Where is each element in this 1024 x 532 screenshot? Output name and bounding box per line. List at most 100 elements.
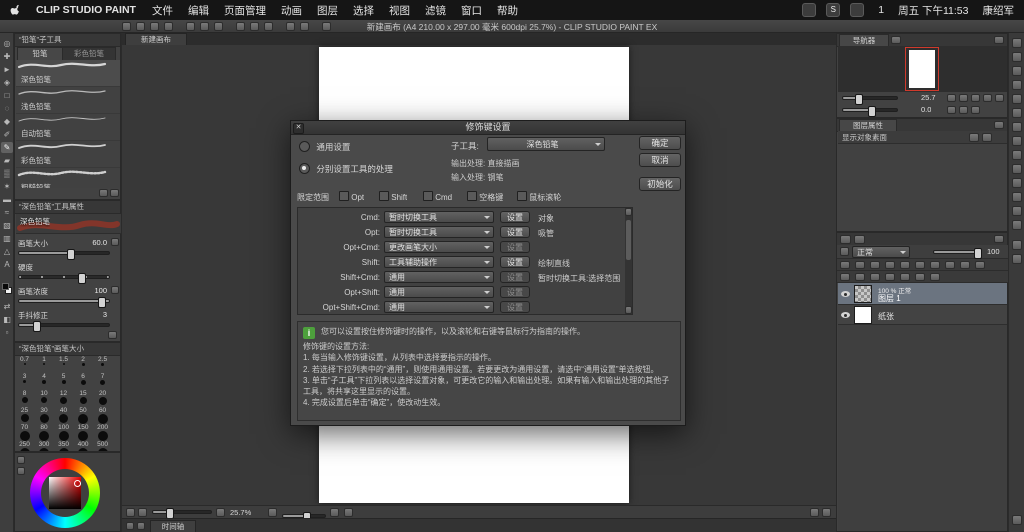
layer-name[interactable]: 图层 1 [878, 293, 901, 304]
panel-layer-search-icon[interactable] [1012, 192, 1022, 202]
navigator-preview[interactable] [838, 46, 1007, 92]
layer-tool-icon[interactable] [975, 261, 985, 269]
ime-status-icon[interactable]: S [826, 3, 840, 17]
foreground-color-swatch[interactable] [2, 283, 9, 290]
color-slider-tab-icon[interactable] [17, 467, 25, 475]
layer-name[interactable]: 纸张 [878, 311, 894, 322]
effect-tone-icon[interactable] [982, 133, 992, 142]
menu-edit[interactable]: 编辑 [188, 3, 209, 18]
delete-layer-icon[interactable] [900, 273, 910, 281]
navigator-zoom-slider[interactable] [842, 96, 898, 100]
zoom-out-icon[interactable] [138, 508, 147, 517]
tool-selection[interactable]: □ [1, 90, 13, 101]
panel-menu-icon[interactable] [994, 36, 1004, 44]
panel-color-wheel-icon[interactable] [1012, 38, 1022, 48]
action-dropdown[interactable]: 通用 [384, 301, 494, 313]
tool-decoration[interactable]: ✶ [1, 181, 13, 192]
menu-filter[interactable]: 滤镜 [425, 3, 446, 18]
checkbox-opt[interactable] [339, 191, 349, 201]
tab-pencil[interactable]: 铅笔 [17, 47, 63, 60]
blend-mode-dropdown[interactable]: 正常 [852, 246, 910, 258]
redo-icon[interactable] [150, 22, 159, 31]
scope-wheel[interactable]: 鼠标滚轮 [517, 191, 561, 203]
brush-size-cell[interactable]: 350 [55, 441, 72, 451]
layer-tool-icon[interactable] [900, 261, 910, 269]
menu-window[interactable]: 窗口 [461, 3, 482, 18]
brush-size-cell[interactable]: 300 [36, 441, 53, 451]
brush-size-cell[interactable]: 20 [94, 390, 111, 407]
unit-dropdown-icon[interactable] [111, 286, 119, 294]
panel-menu-icon[interactable] [994, 235, 1004, 243]
fullscreen-icon[interactable] [822, 508, 831, 517]
layer-row-selected[interactable]: 100 % 正常 图层 1 [838, 283, 1007, 305]
tool-zoom[interactable]: ◎ [1, 38, 13, 49]
menu-help[interactable]: 帮助 [497, 3, 518, 18]
checkbox-wheel[interactable] [517, 191, 527, 201]
mask-layer-icon[interactable] [915, 273, 925, 281]
subtool-item-mechanical-pencil[interactable]: 自动铅笔 [16, 114, 120, 141]
new-folder-icon[interactable] [855, 273, 865, 281]
tab-layer-search-icon[interactable] [854, 235, 865, 244]
action-dropdown[interactable]: 暂时切换工具 [384, 226, 494, 238]
prop-value[interactable]: 3 [103, 310, 107, 319]
panel-material-icon[interactable] [1012, 122, 1022, 132]
actual-size-icon[interactable] [971, 94, 980, 102]
transparent-color-icon[interactable]: ▫ [1, 327, 13, 338]
prop-value[interactable]: 100 [94, 286, 107, 295]
fit-screen-icon[interactable] [264, 22, 273, 31]
layer-tool-icon[interactable] [855, 261, 865, 269]
panel-info-icon[interactable] [1012, 150, 1022, 160]
tool-figure[interactable]: △ [1, 246, 13, 257]
brush-size-cell[interactable]: 7 [94, 373, 111, 390]
rotate-right-icon[interactable] [330, 508, 339, 517]
panel-subtool-detail-icon[interactable] [1012, 94, 1022, 104]
layer-visibility-icon[interactable] [841, 291, 850, 297]
hardness-slider[interactable] [18, 275, 110, 279]
blend-icon[interactable] [840, 247, 849, 256]
subtool-item-light-pencil[interactable]: 浅色铅笔 [16, 87, 120, 114]
scope-shift[interactable]: Shift [379, 191, 407, 202]
panel-tone-icon[interactable] [1012, 240, 1022, 250]
menubar-app-name[interactable]: CLIP STUDIO PAINT [36, 4, 136, 16]
grid-icon[interactable] [286, 22, 295, 31]
fit-icon[interactable] [126, 508, 135, 517]
table-scrollbar[interactable] [625, 208, 632, 314]
layer-tool-icon[interactable] [960, 261, 970, 269]
brush-size-cell[interactable]: 150 [75, 424, 92, 441]
menubar-user[interactable]: 康绍军 [983, 3, 1015, 18]
dialog-titlebar[interactable]: 修饰键设置 [291, 121, 685, 135]
rotate-left-icon[interactable] [268, 508, 277, 517]
panel-brush-shape-icon[interactable] [1012, 108, 1022, 118]
scope-cmd[interactable]: Cmd [423, 191, 452, 202]
radio-common-icon[interactable] [299, 141, 310, 152]
timeline-menu-icon[interactable] [137, 522, 145, 530]
tool-brush[interactable]: ▰ [1, 155, 13, 166]
scrollbar-thumb[interactable] [626, 220, 631, 260]
invert-selection-icon[interactable] [200, 22, 209, 31]
menu-page-manage[interactable]: 页面管理 [224, 3, 266, 18]
tool-operate[interactable]: ► [1, 64, 13, 75]
layer-tool-icon[interactable] [840, 261, 850, 269]
brush-size-cell[interactable]: 2 [75, 356, 92, 373]
brush-size-cell[interactable]: 70 [16, 424, 33, 441]
scroll-up-icon[interactable] [625, 208, 632, 216]
rotate-left-icon[interactable] [947, 106, 956, 114]
menubar-clock[interactable]: 周五 下午11:53 [898, 3, 968, 18]
brush-size-cell[interactable]: 3 [16, 373, 33, 390]
panel-quick-access-icon[interactable] [1012, 254, 1022, 264]
new-layer-icon[interactable] [840, 273, 850, 281]
subtool-item-rough-pencil[interactable]: 粗糙铅笔 [16, 168, 120, 188]
layer-thumbnail[interactable] [854, 285, 872, 303]
zoom-in-icon[interactable] [959, 94, 968, 102]
menu-animation[interactable]: 动画 [281, 3, 302, 18]
brush-size-header[interactable]: “深色铅笔”画笔大小 [15, 343, 120, 356]
zoom-in-icon[interactable] [216, 508, 225, 517]
color-wheel-tab-icon[interactable] [17, 456, 25, 464]
menu-view[interactable]: 视图 [389, 3, 410, 18]
stabilization-slider[interactable] [18, 323, 110, 327]
tool-blend[interactable]: ≈ [1, 207, 13, 218]
tool-pen[interactable]: ✐ [1, 129, 13, 140]
panel-auto-action-icon[interactable] [1012, 220, 1022, 230]
delete-subtool-icon[interactable] [110, 189, 119, 197]
opacity-slider[interactable] [933, 250, 981, 254]
